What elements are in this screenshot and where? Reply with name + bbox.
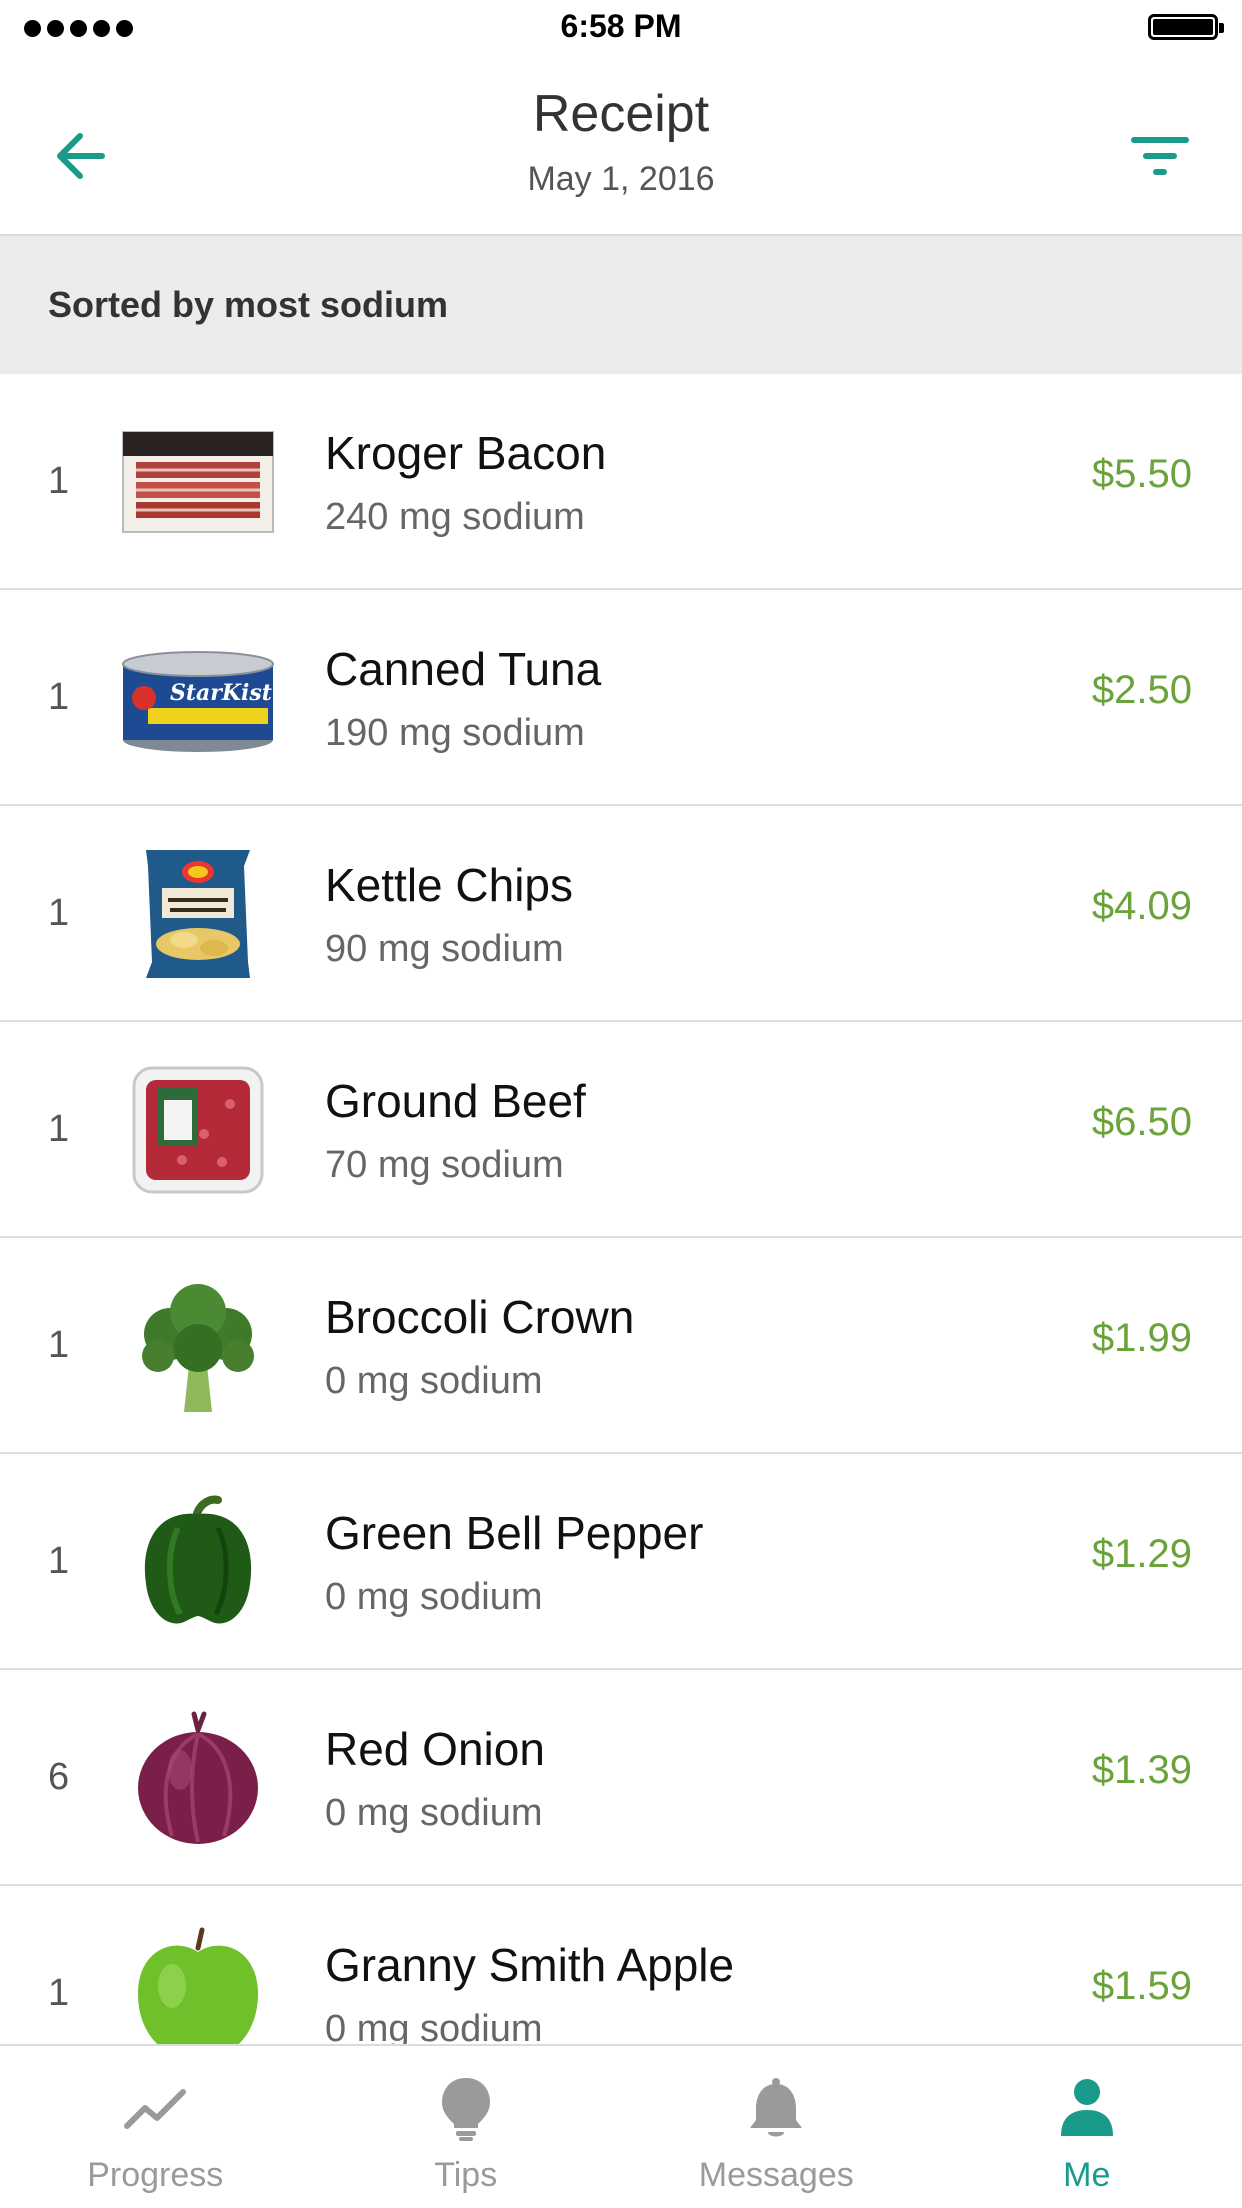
item-price: $2.50 bbox=[1091, 668, 1192, 712]
item-name: Red Onion bbox=[325, 1723, 545, 1775]
item-quantity: 6 bbox=[48, 1756, 70, 1798]
tab-tips[interactable]: Tips bbox=[311, 2046, 622, 2208]
red-onion-image bbox=[138, 1711, 258, 1844]
tab-label: Messages bbox=[698, 2156, 854, 2194]
item-price: $1.39 bbox=[1091, 1748, 1192, 1792]
item-quantity: 1 bbox=[48, 1540, 70, 1582]
tab-me[interactable]: Me bbox=[932, 2046, 1242, 2208]
item-name: Granny Smith Apple bbox=[325, 1939, 735, 1991]
tab-messages[interactable]: Messages bbox=[621, 2046, 932, 2208]
svg-text:StarKist: StarKist bbox=[170, 680, 272, 706]
page-title: Receipt bbox=[532, 85, 710, 143]
item-sodium: 0 mg sodium bbox=[325, 1792, 543, 1834]
item-name: Ground Beef bbox=[325, 1075, 586, 1127]
status-bar: 6:58 PM bbox=[0, 0, 1242, 56]
receipt-item-list[interactable]: 1 Kroger Bacon 240 mg sodium $5.50 1 Sta… bbox=[0, 374, 1242, 2044]
item-price: $1.99 bbox=[1091, 1316, 1192, 1360]
tuna-can-image: StarKist bbox=[122, 651, 274, 752]
tab-label: Tips bbox=[434, 2156, 498, 2194]
item-sodium: 190 mg sodium bbox=[325, 712, 585, 754]
item-price: $6.50 bbox=[1091, 1100, 1192, 1144]
tab-bar: Progress Tips Messages Me bbox=[0, 2044, 1242, 2208]
green-apple-image bbox=[138, 1927, 258, 2044]
item-name: Green Bell Pepper bbox=[325, 1507, 704, 1559]
item-price: $4.09 bbox=[1091, 884, 1192, 928]
list-item[interactable]: 1 Granny Smith Apple 0 mg sodium $1.59 bbox=[0, 1886, 1242, 2044]
item-price: $1.29 bbox=[1091, 1532, 1192, 1576]
bell-icon bbox=[750, 2078, 803, 2137]
item-sodium: 90 mg sodium bbox=[325, 928, 564, 970]
beef-tray-image bbox=[132, 1066, 264, 1194]
item-quantity: 1 bbox=[48, 1324, 70, 1366]
item-price: $1.59 bbox=[1091, 1964, 1192, 2008]
list-item[interactable]: 1 Green Bell Pepper 0 mg sodium $1.29 bbox=[0, 1454, 1242, 1670]
bell-pepper-image bbox=[144, 1495, 252, 1624]
item-sodium: 0 mg sodium bbox=[325, 1360, 543, 1402]
list-item[interactable]: 1 Kroger Bacon 240 mg sodium $5.50 bbox=[0, 374, 1242, 590]
item-name: Kettle Chips bbox=[325, 859, 574, 911]
list-item[interactable]: 1 Kettle Chips 90 mg sodium $4.09 bbox=[0, 806, 1242, 1022]
item-quantity: 1 bbox=[48, 676, 70, 718]
lightbulb-icon bbox=[441, 2078, 490, 2141]
list-item[interactable]: 6 Red Onion 0 mg sodium $1.39 bbox=[0, 1670, 1242, 1886]
item-sodium: 0 mg sodium bbox=[325, 2008, 543, 2044]
item-name: Canned Tuna bbox=[325, 643, 602, 695]
tab-progress[interactable]: Progress bbox=[0, 2046, 311, 2208]
list-item[interactable]: 1 Broccoli Crown 0 mg sodium $1.99 bbox=[0, 1238, 1242, 1454]
item-quantity: 1 bbox=[48, 1972, 70, 2014]
bacon-package-image bbox=[122, 431, 274, 533]
item-sodium: 0 mg sodium bbox=[325, 1576, 543, 1618]
nav-bar: Receipt May 1, 2016 bbox=[0, 56, 1242, 236]
broccoli-image bbox=[142, 1284, 254, 1412]
battery-icon bbox=[1148, 14, 1224, 40]
sort-banner: Sorted by most sodium bbox=[0, 236, 1242, 374]
status-time: 6:58 PM bbox=[560, 8, 682, 44]
list-item[interactable]: 1 StarKist Canned Tuna 190 mg sodium $2.… bbox=[0, 590, 1242, 806]
list-item[interactable]: 1 Ground Beef 70 mg sodium $6.50 bbox=[0, 1022, 1242, 1238]
person-icon bbox=[1060, 2079, 1113, 2136]
tab-label: Me bbox=[1063, 2156, 1111, 2194]
chips-bag-image bbox=[146, 850, 250, 978]
receipt-date: May 1, 2016 bbox=[527, 160, 715, 198]
filter-icon bbox=[1131, 137, 1189, 175]
item-name: Broccoli Crown bbox=[325, 1291, 635, 1343]
filter-button[interactable] bbox=[1126, 122, 1194, 190]
item-quantity: 1 bbox=[48, 892, 70, 934]
trend-line-icon bbox=[124, 2089, 187, 2129]
item-sodium: 70 mg sodium bbox=[325, 1144, 564, 1186]
item-quantity: 1 bbox=[48, 460, 70, 502]
item-price: $5.50 bbox=[1091, 452, 1192, 496]
sort-label: Sorted by most sodium bbox=[48, 284, 449, 325]
item-quantity: 1 bbox=[48, 1108, 70, 1150]
item-sodium: 240 mg sodium bbox=[325, 496, 585, 538]
tab-label: Progress bbox=[87, 2156, 224, 2194]
item-name: Kroger Bacon bbox=[325, 427, 607, 479]
